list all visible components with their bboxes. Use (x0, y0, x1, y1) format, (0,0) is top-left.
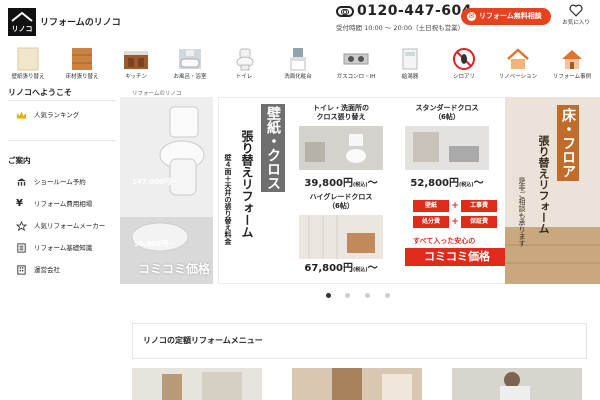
tel-hours: 受付時間 10:00 ～ 20:00（土日祝も営業） (336, 24, 465, 32)
sidebar-item-showroom[interactable]: ショールーム予約 (16, 176, 86, 188)
menu-card-image (132, 368, 262, 400)
slide-note: 壁４面＋天井の張り替え料金 (224, 154, 232, 245)
menu-card[interactable] (292, 368, 422, 400)
crown-icon (16, 111, 27, 119)
brand-name[interactable]: リフォームのリノコ (40, 15, 121, 28)
promo-item-warranty: 保証費 (461, 216, 497, 228)
category-nav: 壁紙張り替え 床材張り替え キッチン お風呂・浴室 トイレ 洗面化粧台 ガスコン… (0, 40, 600, 84)
promo-message: すべて入った安心の (413, 237, 476, 245)
svg-text:リノコ: リノコ (12, 25, 33, 33)
category-case-study[interactable]: リフォーム事例 (544, 40, 600, 84)
plus-icon: + (451, 217, 459, 227)
category-termite[interactable]: シロアリ (436, 40, 492, 84)
breadcrumb[interactable]: リフォームのリノコ (132, 89, 181, 97)
promo-item-construction: 工事費 (461, 200, 497, 212)
sidebar-welcome: リノコへようこそ (8, 88, 72, 97)
carousel-dot[interactable] (345, 293, 350, 298)
carousel-slide-next[interactable]: 床・フロア 張り替えリフォーム 是非ご相談も承ります (505, 97, 600, 284)
category-water-heater[interactable]: 給湯器 (382, 40, 438, 84)
carousel-dot[interactable] (365, 293, 370, 298)
chat-icon: ✉ (467, 12, 476, 21)
category-washbasin[interactable]: 洗面化粧台 (270, 40, 326, 84)
sidebar-item-maker[interactable]: 人気リフォームメーカー (16, 220, 105, 232)
hero-carousel: 147,000円～ 55,000円～ コミコミ価格 壁紙・クロス 張り替えリフォ… (120, 97, 600, 284)
next-slide-subtitle: 張り替えリフォーム (537, 135, 550, 234)
heart-icon (569, 4, 583, 17)
menu-card-image (292, 368, 422, 400)
slide-title: 壁紙・クロス (261, 104, 285, 192)
sidebar-divider (8, 140, 116, 141)
sidebar-item-company[interactable]: 運営会社 (16, 264, 60, 276)
slide-subtitle: 張り替えリフォーム (240, 130, 254, 238)
menu-card-image (452, 368, 582, 400)
favorites-button[interactable]: お気に入り (560, 4, 592, 26)
price-tile-toilet-wash[interactable]: トイレ・洗面所の クロス張り替え 39,800円(税込)～ (291, 104, 391, 194)
promo-block: 壁紙 + 工事費 処分費 + 保証費 すべて入った安心の コミコミ価格 (395, 196, 513, 278)
price-tile-highgrade[interactable]: ハイグレードクロス （6帖） 67,800円(税込)～ (291, 193, 391, 283)
plus-icon: + (451, 201, 459, 211)
sidebar-guide-heading: ご案内 (8, 156, 31, 165)
prev-slide-price-2: 55,000円～ (134, 240, 176, 248)
cta-label: リフォーム無料相談 (479, 12, 542, 20)
sidebar-item-ranking[interactable]: 人気ランキング (16, 109, 79, 121)
showroom-icon (16, 178, 27, 186)
logo-roof-icon: リノコ (8, 8, 36, 36)
toilet-icon (236, 48, 254, 71)
bath-icon (179, 49, 201, 69)
sidebar-item-knowledge[interactable]: リフォーム基礎知識 (16, 242, 92, 254)
knowledge-icon (17, 243, 26, 253)
toilet-photo (120, 97, 213, 284)
yen-icon: ¥ (16, 198, 23, 209)
next-slide-note: 是非ご相談も承ります (518, 177, 526, 247)
flooring-icon (72, 48, 92, 70)
category-stove[interactable]: ガスコンロ・IH (328, 40, 384, 84)
sidebar-item-price[interactable]: ¥ リフォーム費用相場 (16, 198, 92, 210)
washbasin-icon (290, 48, 306, 71)
category-renovation[interactable]: リノベーション (490, 40, 546, 84)
category-wallpaper[interactable]: 壁紙張り替え (0, 40, 56, 84)
sidebar: リノコへようこそ 人気ランキング ご案内 ショールーム予約 ¥ リフォーム費用相… (0, 84, 120, 400)
company-icon (17, 265, 26, 275)
tile-photo-toilet (299, 126, 383, 170)
fixed-price-menu-section: リノコの定額リフォームメニュー (132, 323, 587, 359)
tile-price: 67,800円(税込)～ (304, 263, 378, 274)
site-header: リノコ リフォームのリノコ 0120-447-604 受付時間 10:00 ～ … (0, 0, 600, 40)
termite-icon (453, 48, 475, 70)
prev-slide-price: 147,000円～ (132, 178, 178, 186)
logo[interactable]: リノコ (8, 8, 36, 36)
menu-card[interactable] (132, 368, 262, 400)
free-dial-icon (336, 6, 354, 17)
tile-price: 52,800円(税込)～ (410, 178, 484, 189)
prev-slide-badge: コミコミ価格 (138, 262, 211, 276)
tile-price: 39,800円(税込)～ (304, 178, 378, 189)
favorites-label: お気に入り (562, 20, 590, 26)
category-toilet[interactable]: トイレ (216, 40, 272, 84)
promo-badge: コミコミ価格 (405, 248, 509, 266)
wallpaper-icon (17, 47, 39, 71)
tile-photo-highgrade (299, 215, 383, 259)
carousel-dot[interactable] (326, 293, 331, 298)
category-kitchen[interactable]: キッチン (108, 40, 164, 84)
price-tile-standard[interactable]: スタンダードクロス （6帖） 52,800円(税込)～ (397, 104, 497, 194)
tel-number[interactable]: 0120-447-604 (357, 3, 472, 19)
renovation-icon (507, 48, 529, 69)
tile-photo-standard (405, 126, 489, 170)
carousel-dot[interactable] (385, 293, 390, 298)
sidebar-divider (8, 100, 116, 101)
menu-card[interactable] (452, 368, 582, 400)
category-flooring[interactable]: 床材張り替え (54, 40, 110, 84)
case-study-icon (562, 50, 582, 69)
carousel-slide-prev[interactable]: 147,000円～ 55,000円～ コミコミ価格 (120, 97, 213, 284)
category-bath[interactable]: お風呂・浴室 (162, 40, 218, 84)
section-title: リノコの定額リフォームメニュー (143, 336, 263, 345)
kitchen-icon (124, 51, 148, 69)
free-consultation-button[interactable]: ✉ リフォーム無料相談 (461, 8, 551, 25)
stove-icon (343, 53, 369, 65)
promo-item-disposal: 処分費 (413, 216, 449, 228)
next-slide-title: 床・フロア (557, 105, 579, 181)
maker-icon (16, 221, 27, 231)
water-heater-icon (402, 48, 418, 70)
promo-item-wallpaper: 壁紙 (413, 200, 449, 212)
